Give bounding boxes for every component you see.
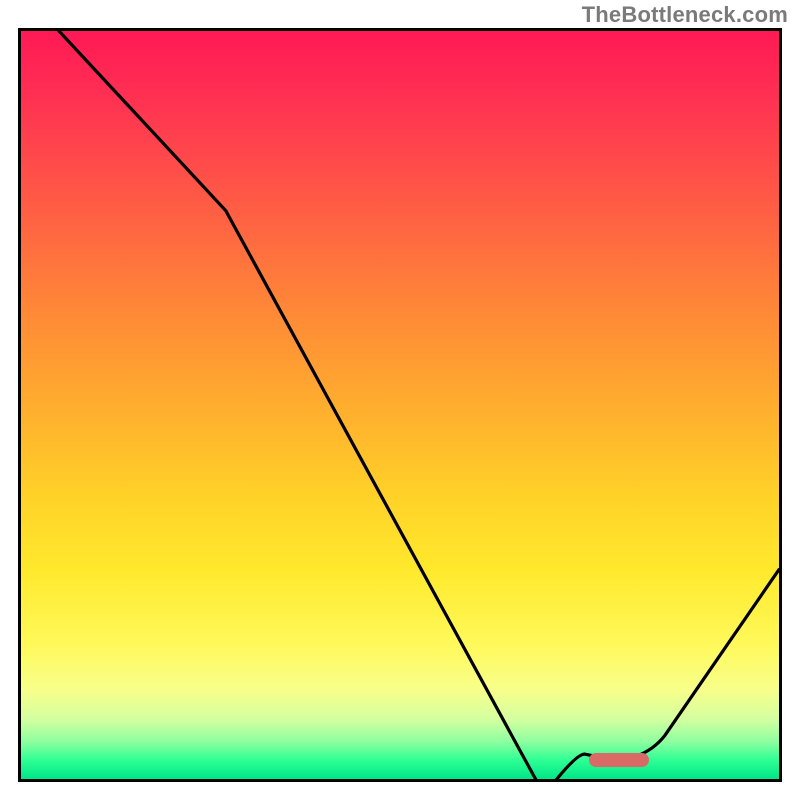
watermark-text: TheBottleneck.com (582, 2, 788, 28)
optimal-marker (589, 753, 650, 767)
curve-layer (21, 31, 779, 779)
bottleneck-curve-path (59, 31, 779, 779)
plot-area (18, 28, 782, 782)
chart-container: TheBottleneck.com (0, 0, 800, 800)
